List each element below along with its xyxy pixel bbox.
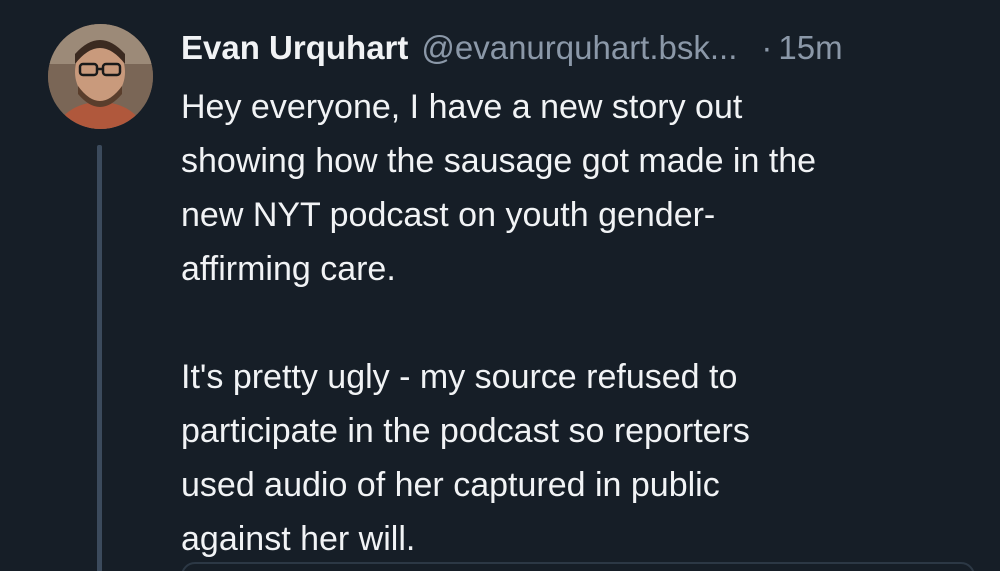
post-header: Evan Urquhart @evanurquhart.bsk... · 15m (181, 26, 843, 70)
author-handle[interactable]: @evanurquhart.bsk... (421, 26, 737, 70)
avatar[interactable] (48, 24, 153, 129)
separator-dot: · (761, 29, 773, 66)
post: Evan Urquhart @evanurquhart.bsk... · 15m… (0, 0, 1000, 571)
text-line: against her will. (181, 520, 416, 558)
text-line: participate in the podcast so reporters (181, 412, 750, 450)
text-line: used audio of her captured in public (181, 466, 720, 504)
text-line: It's pretty ugly - my source refused to (181, 358, 738, 396)
text-line: showing how the sausage got made in the (181, 142, 817, 180)
text-line: Hey everyone, I have a new story out (181, 88, 743, 126)
link-embed-card[interactable] (181, 562, 975, 571)
post-timestamp[interactable]: 15m (778, 26, 842, 70)
avatar-photo-icon (48, 24, 153, 129)
thread-line (97, 145, 102, 571)
post-paragraph: It's pretty ugly - my source refused to … (181, 350, 981, 566)
post-text: Hey everyone, I have a new story out sho… (181, 80, 981, 566)
text-line: new NYT podcast on youth gender- (181, 196, 716, 234)
text-line: affirming care. (181, 250, 396, 288)
author-display-name[interactable]: Evan Urquhart (181, 26, 408, 70)
post-paragraph: Hey everyone, I have a new story out sho… (181, 80, 981, 296)
